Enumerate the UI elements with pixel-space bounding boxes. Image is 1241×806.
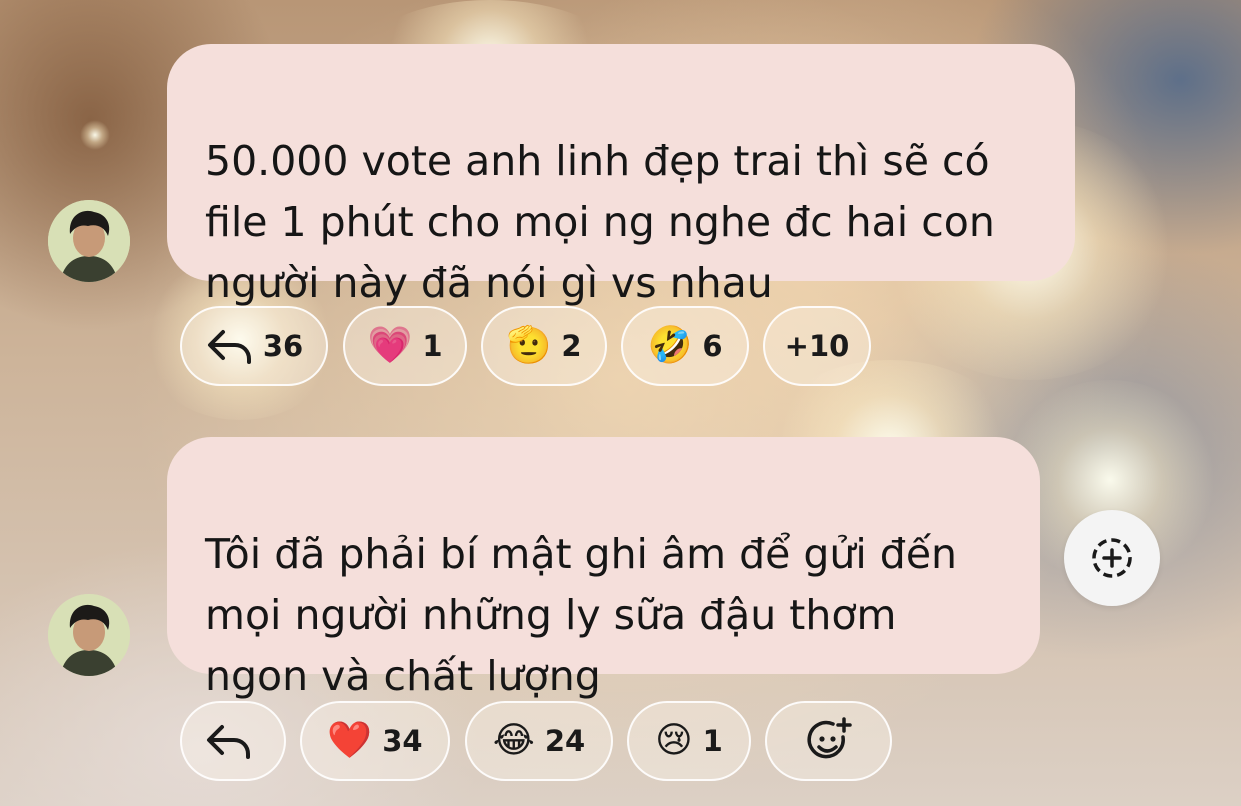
message-text: 50.000 vote anh linh đẹp trai thì sẽ có … bbox=[205, 137, 995, 307]
reaction-count: 2 bbox=[561, 329, 582, 363]
message-text: Tôi đã phải bí mật ghi âm để gửi đến mọi… bbox=[205, 530, 958, 700]
reply-icon bbox=[207, 330, 251, 364]
reaction-red-heart[interactable]: ❤️ 34 bbox=[300, 701, 450, 781]
message-bubble[interactable]: 50.000 vote anh linh đẹp trai thì sẽ có … bbox=[167, 44, 1075, 307]
reaction-bar: 36 💗 1 🫡 2 🤣 6 +10 bbox=[0, 306, 1241, 388]
reaction-count: 6 bbox=[702, 329, 723, 363]
reaction-count: 24 bbox=[544, 724, 586, 758]
avatar[interactable] bbox=[48, 594, 130, 676]
avatar[interactable] bbox=[48, 200, 130, 282]
reaction-bar: ❤️ 34 😂 24 😢 1 bbox=[0, 701, 1241, 783]
saluting-face-emoji: 🫡 bbox=[506, 325, 552, 366]
reaction-tears-of-joy[interactable]: 😂 24 bbox=[465, 701, 613, 781]
reaction-saluting-face[interactable]: 🫡 2 bbox=[481, 306, 607, 386]
forward-add-button[interactable] bbox=[1064, 510, 1160, 606]
reaction-pink-heart[interactable]: 💗 1 bbox=[343, 306, 467, 386]
tears-of-joy-emoji: 😂 bbox=[492, 720, 535, 761]
reply-button[interactable] bbox=[180, 701, 286, 781]
more-reactions-button[interactable]: +10 bbox=[763, 306, 871, 386]
reply-button[interactable]: 36 bbox=[180, 306, 328, 386]
reply-icon bbox=[207, 725, 250, 759]
pink-heart-emoji: 💗 bbox=[367, 325, 413, 366]
message-bubble[interactable]: Tôi đã phải bí mật ghi âm để gửi đến mọi… bbox=[167, 437, 1040, 700]
crying-face-emoji: 😢 bbox=[655, 720, 693, 761]
dashed-circle-plus-icon bbox=[1092, 538, 1132, 578]
red-heart-emoji: ❤️ bbox=[327, 720, 373, 761]
add-reaction-button[interactable] bbox=[765, 701, 892, 781]
reaction-crying-face[interactable]: 😢 1 bbox=[627, 701, 751, 781]
reaction-rofl[interactable]: 🤣 6 bbox=[621, 306, 749, 386]
reaction-count: 34 bbox=[382, 724, 423, 758]
avatar-photo bbox=[48, 200, 130, 282]
reply-count: 36 bbox=[262, 329, 304, 363]
reaction-count: 1 bbox=[422, 329, 443, 363]
reaction-count: 1 bbox=[702, 724, 723, 758]
avatar-photo bbox=[48, 594, 130, 676]
rofl-emoji: 🤣 bbox=[647, 325, 693, 366]
more-reactions-count: +10 bbox=[784, 329, 850, 363]
add-reaction-icon bbox=[806, 717, 852, 759]
